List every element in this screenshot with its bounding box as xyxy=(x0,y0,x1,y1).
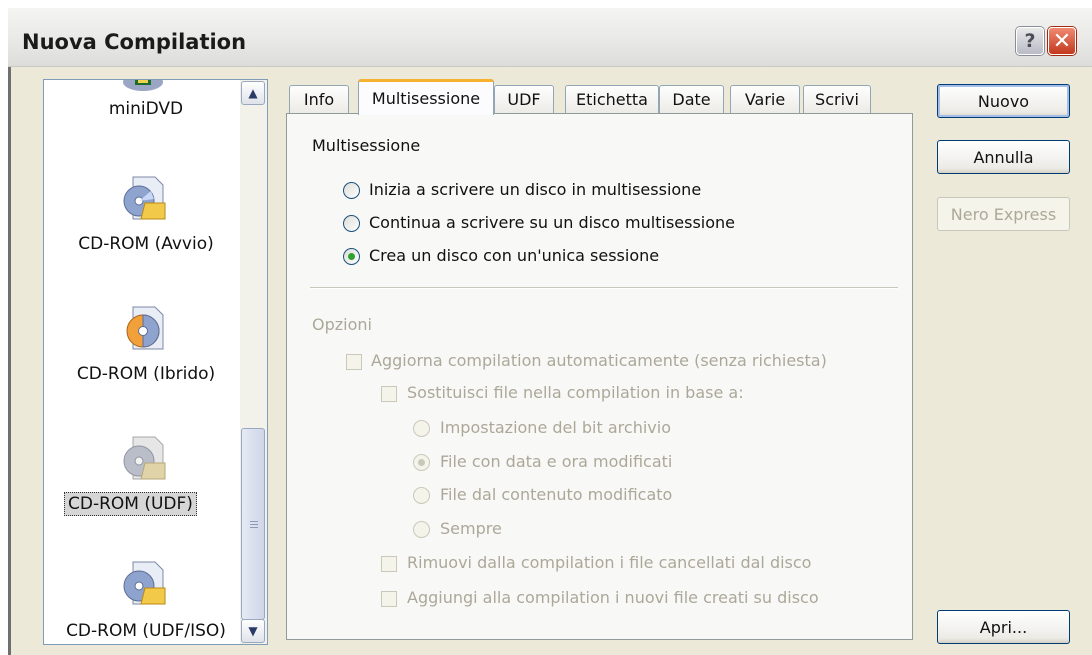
list-item-label: CD-ROM (UDF) xyxy=(64,492,197,516)
checkbox-label[interactable]: Rimuovi dalla compilation i file cancell… xyxy=(407,553,811,572)
radio-label[interactable]: Sempre xyxy=(440,519,502,538)
open-button[interactable]: Apri... xyxy=(937,610,1070,644)
scroll-up-button[interactable]: ▲ xyxy=(241,81,265,105)
scroll-down-button[interactable]: ▼ xyxy=(241,619,265,643)
checkbox-label[interactable]: Aggiorna compilation automaticamente (se… xyxy=(371,351,827,370)
tab-date[interactable]: Date xyxy=(659,85,724,113)
checkbox-label[interactable]: Sostituisci file nella compilation in ba… xyxy=(407,383,744,402)
radio-always[interactable] xyxy=(413,521,430,538)
list-item-label: CD-ROM (Avvio) xyxy=(78,234,214,254)
radio-label[interactable]: Continua a scrivere su un disco multises… xyxy=(369,213,735,232)
checkbox-replace-files[interactable] xyxy=(381,386,397,402)
list-item-label: miniDVD xyxy=(108,99,184,119)
radio-content-modified[interactable] xyxy=(413,487,430,504)
radio-selected-dot xyxy=(418,459,425,466)
tab-info[interactable]: Info xyxy=(289,85,349,113)
tab-multisessione[interactable]: Multisessione xyxy=(358,79,494,115)
cancel-button[interactable]: Annulla xyxy=(937,140,1070,174)
compilation-type-list[interactable]: miniDVD CD-ROM (Avvio) CD-ROM (Ibrido) C… xyxy=(43,79,268,645)
radio-archive-bit[interactable] xyxy=(413,420,430,437)
tab-udf[interactable]: UDF xyxy=(494,85,554,113)
close-button[interactable]: ✕ xyxy=(1048,27,1076,55)
cd-folder-icon xyxy=(123,436,166,480)
window-title: Nuova Compilation xyxy=(22,30,247,54)
list-item-label: CD-ROM (UDF/ISO) xyxy=(66,621,226,641)
checkbox-auto-update[interactable] xyxy=(346,354,362,370)
tab-varie[interactable]: Varie xyxy=(730,85,800,113)
multisession-heading: Multisessione xyxy=(312,136,421,155)
help-button[interactable]: ? xyxy=(1016,27,1044,55)
dvd-icon xyxy=(123,80,163,91)
checkbox-label[interactable]: Aggiungi alla compilation i nuovi file c… xyxy=(407,588,819,607)
tab-scrivi[interactable]: Scrivi xyxy=(803,85,871,113)
list-item-minidvd[interactable]: miniDVD xyxy=(44,80,242,126)
cd-folder-icon xyxy=(123,561,166,605)
list-item-cdrom-udf-iso[interactable]: CD-ROM (UDF/ISO) xyxy=(44,560,242,644)
radio-label[interactable]: Impostazione del bit archivio xyxy=(440,418,671,437)
radio-continue-multisession[interactable] xyxy=(343,215,360,232)
options-heading: Opzioni xyxy=(312,315,372,334)
radio-label[interactable]: File dal contenuto modificato xyxy=(440,485,672,504)
list-item-label: CD-ROM (Ibrido) xyxy=(76,364,216,384)
radio-selected-dot xyxy=(348,253,355,260)
list-item-cdrom-ibrido[interactable]: CD-ROM (Ibrido) xyxy=(44,305,242,395)
list-item-cdrom-udf[interactable]: CD-ROM (UDF) xyxy=(44,435,242,525)
list-scrollbar[interactable]: ▲ ▼ xyxy=(240,80,267,644)
list-item-cdrom-avvio[interactable]: CD-ROM (Avvio) xyxy=(44,175,242,265)
checkbox-add-new[interactable] xyxy=(381,591,397,607)
grip-line xyxy=(250,524,258,525)
cd-folder-icon xyxy=(123,176,166,220)
nero-express-button[interactable]: Nero Express xyxy=(937,197,1070,231)
radio-label[interactable]: File con data e ora modificati xyxy=(440,452,672,471)
radio-single-session[interactable] xyxy=(343,248,360,265)
tab-etichetta[interactable]: Etichetta xyxy=(565,85,659,113)
radio-label[interactable]: Crea un disco con un'unica sessione xyxy=(369,246,659,265)
checkbox-remove-deleted[interactable] xyxy=(381,556,397,572)
section-divider xyxy=(310,287,898,289)
scroll-thumb[interactable] xyxy=(241,428,265,620)
grip-line xyxy=(250,527,258,528)
cd-hybrid-icon xyxy=(126,306,164,350)
new-button[interactable]: Nuovo xyxy=(937,84,1070,118)
grip-line xyxy=(250,521,258,522)
radio-date-time-modified[interactable] xyxy=(413,454,430,471)
radio-start-multisession[interactable] xyxy=(343,182,360,199)
radio-label[interactable]: Inizia a scrivere un disco in multisessi… xyxy=(369,180,701,199)
